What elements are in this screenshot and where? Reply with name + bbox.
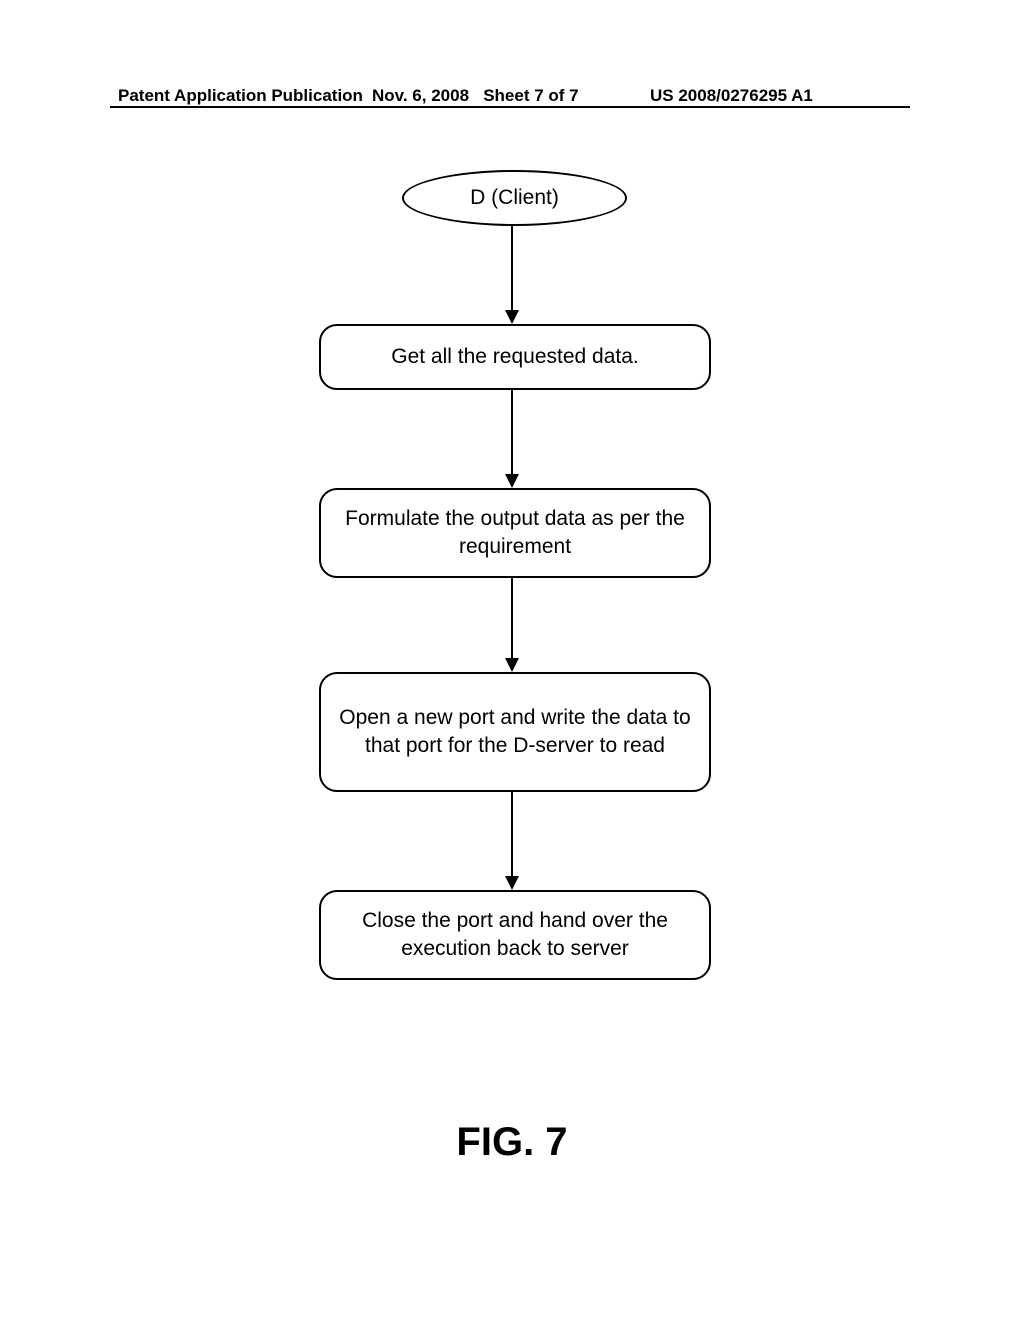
flowchart-step-1-text: Get all the requested data. (391, 343, 639, 371)
flowchart-step-1: Get all the requested data. (319, 324, 711, 390)
flowchart-step-3: Open a new port and write the data to th… (319, 672, 711, 792)
header-left: Patent Application Publication (118, 86, 363, 106)
header-rule (110, 106, 910, 108)
header-mid: Nov. 6, 2008 Sheet 7 of 7 (372, 86, 579, 106)
flowchart-step-4: Close the port and hand over the executi… (319, 890, 711, 980)
figure-label: FIG. 7 (0, 1120, 1024, 1165)
header-sheet: Sheet 7 of 7 (483, 86, 578, 105)
header-date: Nov. 6, 2008 (372, 86, 469, 105)
header-right: US 2008/0276295 A1 (650, 86, 813, 106)
flowchart-step-2-text: Formulate the output data as per the req… (339, 505, 691, 562)
flowchart-step-2: Formulate the output data as per the req… (319, 488, 711, 578)
flowchart-start-label: D (Client) (470, 186, 559, 210)
flowchart-start: D (Client) (402, 170, 627, 226)
flowchart-step-3-text: Open a new port and write the data to th… (339, 704, 691, 761)
flowchart-step-4-text: Close the port and hand over the executi… (339, 907, 691, 964)
